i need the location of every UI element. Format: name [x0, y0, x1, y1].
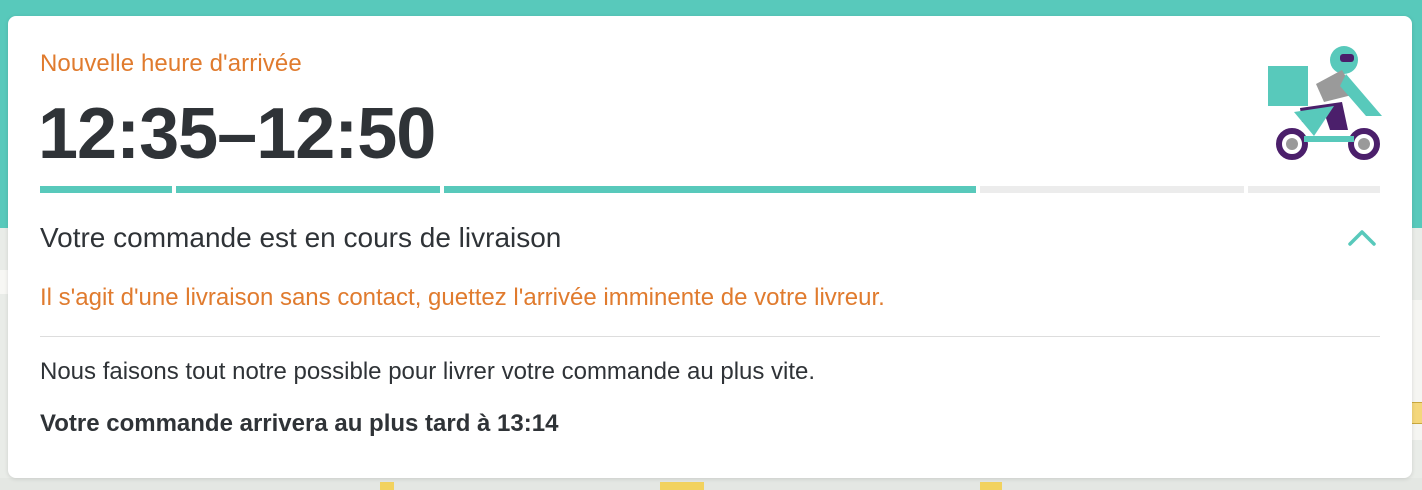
map-strip [0, 478, 1422, 490]
progress-step [444, 186, 976, 193]
progress-step [980, 186, 1244, 193]
arrival-time-range: 12:35–12:50 [38, 94, 436, 174]
delivery-scooter-icon [1268, 46, 1382, 160]
delivery-info-text: Nous faisons tout notre possible pour li… [40, 358, 816, 385]
order-tracking-card: Nouvelle heure d'arrivée 12:35–12:50 Vot… [8, 16, 1412, 478]
progress-step [176, 186, 440, 193]
chevron-up-icon[interactable] [1344, 224, 1380, 252]
latest-arrival-text: Votre commande arrivera au plus tard à 1… [40, 410, 559, 437]
map-road-yellow [380, 482, 394, 490]
arrival-subtitle: Nouvelle heure d'arrivée [40, 50, 302, 77]
delivery-progress-bar [40, 186, 1380, 194]
map-road-yellow [980, 482, 1002, 490]
progress-step [1248, 186, 1380, 193]
contactless-notice: Il s'agit d'une livraison sans contact, … [40, 284, 885, 311]
divider [40, 336, 1380, 337]
map-road-yellow [660, 482, 704, 490]
map-fragment [0, 270, 8, 294]
progress-step [40, 186, 172, 193]
delivery-status-title: Votre commande est en cours de livraison [40, 222, 562, 253]
